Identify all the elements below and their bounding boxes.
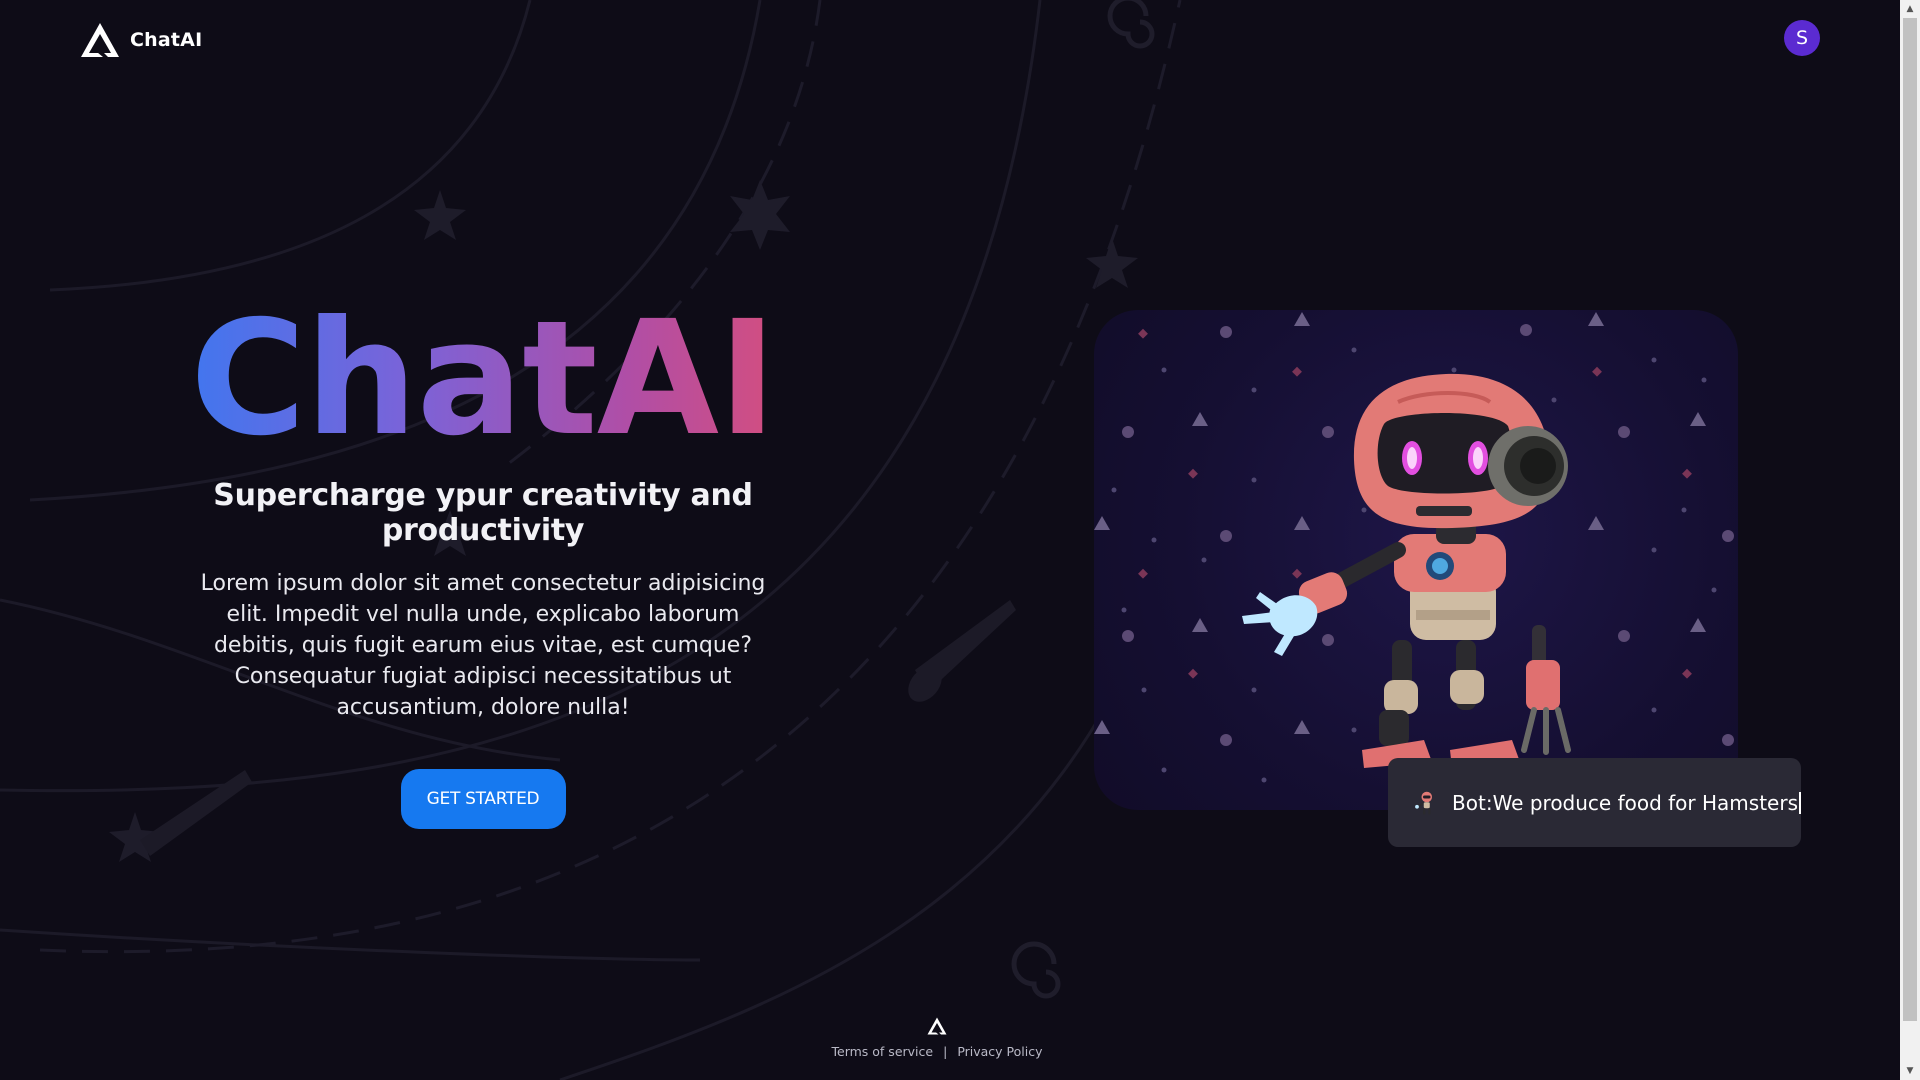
- footer-links: Terms of service | Privacy Policy: [0, 1044, 1874, 1059]
- chat-message: Bot:We produce food for Hamsters: [1388, 758, 1801, 847]
- triangle-logo-icon: [927, 1017, 947, 1035]
- footer: Terms of service | Privacy Policy: [0, 1016, 1874, 1059]
- landing-page: ChatAI S ChatAI Supercharge ypur creativ…: [0, 0, 1920, 1080]
- robot-illustration: [1094, 312, 1734, 783]
- scroll-down-arrow-icon[interactable]: ▼: [1900, 1062, 1920, 1080]
- hero-section: ChatAI Supercharge ypur creativity and p…: [120, 300, 846, 829]
- header: ChatAI S: [0, 0, 1900, 84]
- typing-cursor: [1799, 791, 1801, 814]
- triangle-logo-icon: [81, 23, 119, 57]
- brand-logo[interactable]: ChatAI: [78, 20, 202, 60]
- robot-icon: [1415, 791, 1433, 814]
- privacy-policy-link[interactable]: Privacy Policy: [957, 1044, 1042, 1059]
- chat-message-text: Bot:We produce food for Hamsters: [1452, 791, 1801, 815]
- hero-subtitle: Supercharge ypur creativity and producti…: [213, 478, 753, 548]
- footer-separator: |: [943, 1044, 948, 1059]
- scrollbar-thumb[interactable]: [1903, 18, 1917, 1021]
- scroll-up-arrow-icon[interactable]: ▲: [1900, 0, 1920, 18]
- brand-name: ChatAI: [130, 29, 203, 51]
- vertical-scrollbar[interactable]: ▲ ▼: [1900, 0, 1920, 1080]
- hero-description: Lorem ipsum dolor sit amet consectetur a…: [200, 571, 766, 720]
- get-started-button[interactable]: GET STARTED: [400, 769, 566, 829]
- avatar-initial: S: [1795, 27, 1809, 49]
- hero-title: ChatAI: [120, 300, 846, 470]
- robot-card: [1094, 310, 1738, 810]
- user-avatar[interactable]: S: [1784, 20, 1820, 56]
- robot-figure: [1242, 373, 1571, 768]
- terms-of-service-link[interactable]: Terms of service: [832, 1044, 934, 1059]
